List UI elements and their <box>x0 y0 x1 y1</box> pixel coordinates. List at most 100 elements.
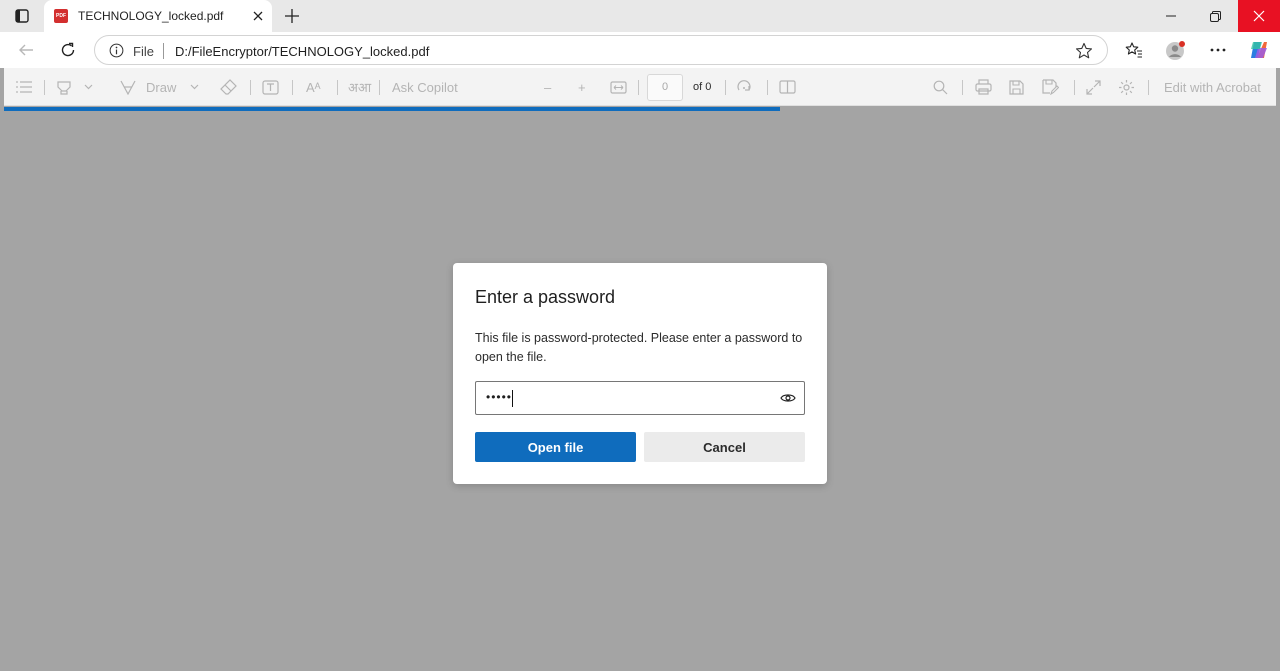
avatar <box>1166 41 1185 60</box>
save-as-button[interactable] <box>1042 68 1059 106</box>
text-box-icon <box>262 79 279 95</box>
search-button[interactable] <box>933 68 948 106</box>
password-input[interactable]: ••••• <box>475 381 805 415</box>
refresh-button[interactable] <box>54 36 82 64</box>
fit-page-button[interactable] <box>610 68 627 106</box>
cancel-button[interactable]: Cancel <box>644 432 805 462</box>
edit-with-acrobat-button[interactable]: Edit with Acrobat <box>1164 68 1261 106</box>
list-icon <box>16 81 32 93</box>
open-file-button[interactable]: Open file <box>475 432 636 462</box>
star-icon[interactable] <box>1075 42 1093 60</box>
close-window-button[interactable] <box>1238 0 1280 32</box>
draw-options-button[interactable] <box>190 68 199 106</box>
info-icon[interactable] <box>109 43 124 58</box>
toolbar-divider <box>250 80 251 95</box>
plus-icon <box>285 9 299 23</box>
draw-button[interactable]: Draw <box>120 68 176 106</box>
rotate-button[interactable] <box>736 68 752 106</box>
edit-with-acrobat-label: Edit with Acrobat <box>1164 79 1261 95</box>
address-divider <box>163 43 164 59</box>
toolbar-divider <box>725 80 726 95</box>
refresh-icon <box>61 42 75 57</box>
copilot-button[interactable] <box>1245 36 1273 64</box>
highlight-button[interactable] <box>56 68 72 106</box>
favorites-icon <box>1125 42 1142 58</box>
translate-button[interactable]: अआ <box>348 68 371 106</box>
restore-button[interactable] <box>1194 0 1236 32</box>
tab-close-button[interactable] <box>248 6 268 26</box>
highlighter-icon <box>57 81 71 95</box>
erase-button[interactable] <box>220 68 238 106</box>
tab-title: TECHNOLOGY_locked.pdf <box>78 9 224 23</box>
toolbar-divider <box>337 80 338 95</box>
toolbar-divider <box>638 80 639 95</box>
save-icon <box>1009 79 1024 95</box>
close-icon <box>1253 10 1265 22</box>
toolbar-divider <box>1074 80 1075 95</box>
new-tab-button[interactable] <box>280 4 304 28</box>
expand-icon <box>1086 79 1101 95</box>
toolbar-divider <box>292 80 293 95</box>
restore-icon <box>1209 10 1221 22</box>
search-icon <box>933 80 948 94</box>
minus-icon: – <box>544 79 552 95</box>
page-number-input[interactable]: 0 <box>647 74 683 101</box>
text-button[interactable] <box>262 68 279 106</box>
profile-button[interactable] <box>1162 36 1190 64</box>
dialog-title: Enter a password <box>475 287 616 307</box>
back-button[interactable] <box>12 36 40 64</box>
toolbar-divider <box>379 80 380 95</box>
save-as-icon <box>1042 79 1059 95</box>
plus-icon: + <box>578 79 586 95</box>
gear-icon <box>1119 79 1134 95</box>
more-icon <box>1210 48 1226 52</box>
browser-tab[interactable]: PDF TECHNOLOGY_locked.pdf <box>44 0 272 32</box>
draw-label: Draw <box>146 79 177 95</box>
tab-strip: PDF TECHNOLOGY_locked.pdf <box>0 0 1280 32</box>
eraser-icon <box>220 79 237 95</box>
eye-icon[interactable] <box>780 392 796 404</box>
settings-button[interactable] <box>1118 68 1135 106</box>
password-value: ••••• <box>486 390 513 404</box>
zoom-in-button[interactable]: + <box>578 68 586 106</box>
print-icon <box>975 79 992 95</box>
read-aloud-icon: Aᴬ <box>306 79 321 95</box>
page-view-icon <box>779 80 796 94</box>
highlight-options-button[interactable] <box>84 68 93 106</box>
arrow-left-icon <box>19 44 33 56</box>
read-aloud-button[interactable]: Aᴬ <box>306 68 321 106</box>
pdf-icon: PDF <box>54 9 68 23</box>
page-count: of 0 <box>693 68 711 106</box>
copilot-icon <box>1251 42 1267 58</box>
password-dialog: Enter a password This file is password-p… <box>453 263 827 484</box>
favorites-button[interactable] <box>1120 36 1148 64</box>
fit-width-icon <box>610 80 627 94</box>
fullscreen-button[interactable] <box>1086 68 1101 106</box>
loading-progress-bar <box>4 107 780 111</box>
zoom-out-button[interactable]: – <box>544 68 551 106</box>
toolbar-divider <box>44 80 45 95</box>
chevron-down-icon <box>190 84 199 90</box>
toolbar-divider <box>767 80 768 95</box>
toolbar-divider <box>962 80 963 95</box>
minimize-icon <box>1166 15 1176 17</box>
draw-icon <box>120 80 136 95</box>
translate-icon: अआ <box>348 80 372 95</box>
tab-actions-button[interactable] <box>10 6 34 26</box>
dialog-message: This file is password-protected. Please … <box>475 331 803 364</box>
more-menu-button[interactable] <box>1204 36 1232 64</box>
toolbar-divider <box>1148 80 1149 95</box>
save-button[interactable] <box>1009 68 1024 106</box>
address-bar[interactable]: File D:/FileEncryptor/TECHNOLOGY_locked.… <box>94 35 1108 65</box>
minimize-button[interactable] <box>1150 0 1192 32</box>
page-view-button[interactable] <box>779 68 796 106</box>
ask-copilot-label: Ask Copilot <box>392 79 458 95</box>
print-button[interactable] <box>975 68 992 106</box>
close-icon <box>253 11 263 21</box>
url-text[interactable]: D:/FileEncryptor/TECHNOLOGY_locked.pdf <box>175 44 429 59</box>
tab-actions-icon <box>15 9 29 23</box>
ask-copilot-button[interactable]: Ask Copilot <box>392 68 458 106</box>
rotate-icon <box>737 80 751 91</box>
navigation-bar: File D:/FileEncryptor/TECHNOLOGY_locked.… <box>0 32 1280 68</box>
contents-button[interactable] <box>16 68 32 106</box>
